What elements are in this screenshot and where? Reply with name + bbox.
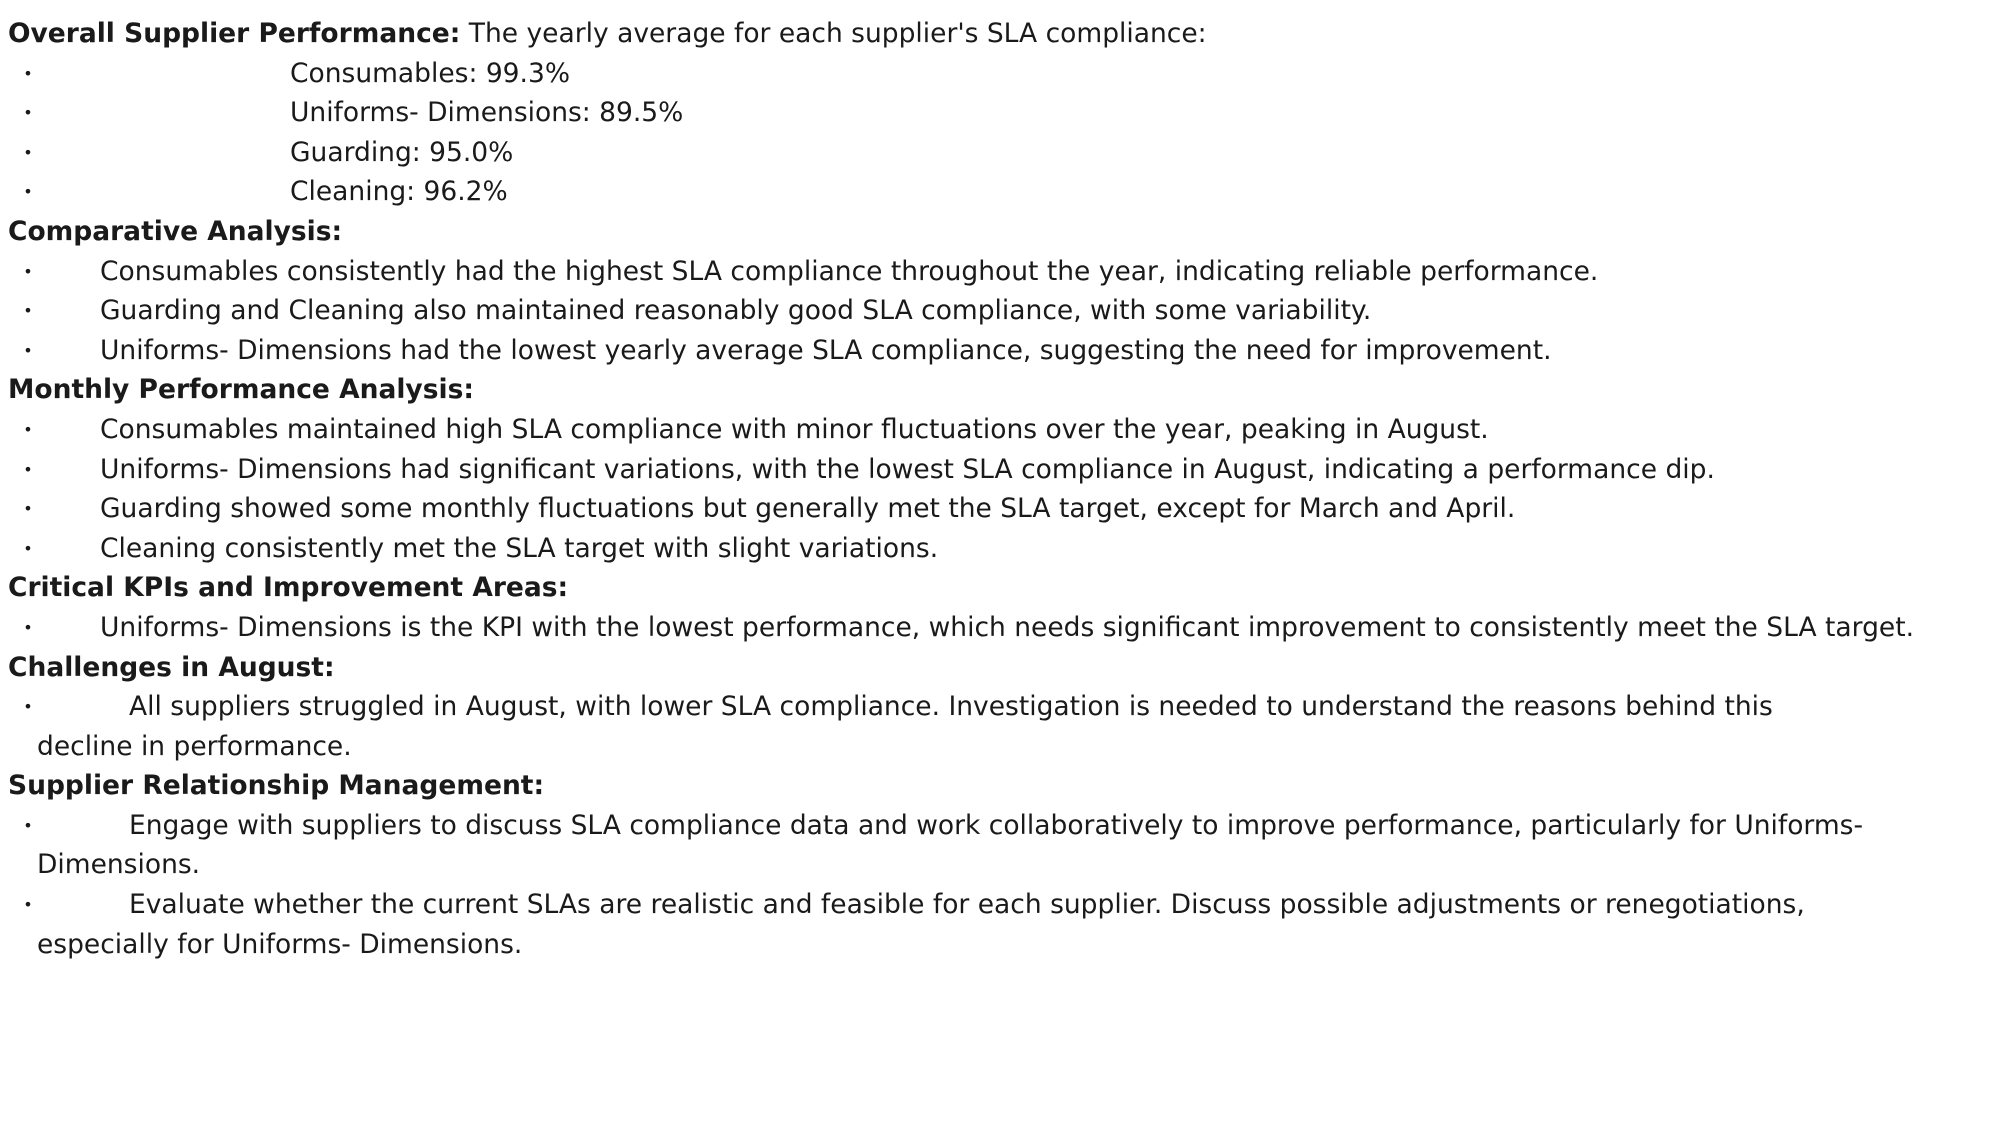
list-item-text: Cleaning consistently met the SLA target… — [100, 532, 939, 564]
bullet-icon — [22, 172, 34, 212]
overall-intro-line: Overall Supplier Performance: The yearly… — [8, 14, 1958, 54]
list-item-text: Guarding and Cleaning also maintained re… — [100, 295, 1372, 327]
bullet-icon — [22, 687, 34, 727]
bullet-icon — [22, 252, 34, 292]
bullet-icon — [22, 885, 34, 925]
august-heading: Challenges in August: — [8, 651, 335, 683]
bullet-icon — [22, 608, 34, 648]
list-item: Consumables: 99.3% — [8, 54, 1958, 94]
overall-heading: Overall Supplier Performance: — [8, 18, 461, 49]
list-item: Evaluate whether the current SLAs are re… — [8, 885, 1958, 964]
list-item-text: Consumables: 99.3% — [290, 57, 570, 89]
list-item-text: Guarding showed some monthly fluctuation… — [100, 493, 1516, 525]
list-item-text: Consumables consistently had the highest… — [100, 255, 1599, 287]
critical-heading: Critical KPIs and Improvement Areas: — [8, 572, 569, 604]
list-item: Cleaning consistently met the SLA target… — [8, 529, 1958, 569]
bullet-icon — [22, 54, 34, 94]
list-item-text: Consumables maintained high SLA complian… — [100, 413, 1489, 445]
bullet-icon — [22, 450, 34, 490]
relationship-heading: Supplier Relationship Management: — [8, 770, 545, 802]
bullet-icon — [22, 331, 34, 371]
bullet-icon — [22, 529, 34, 569]
list-item: Guarding and Cleaning also maintained re… — [8, 291, 1958, 331]
list-item-text: Evaluate whether the current SLAs are re… — [37, 889, 1805, 960]
list-item-text: Uniforms- Dimensions is the KPI with the… — [100, 611, 1915, 643]
bullet-icon — [22, 410, 34, 450]
list-item-text: All suppliers struggled in August, with … — [37, 691, 1773, 762]
list-item-text: Uniforms- Dimensions: 89.5% — [290, 97, 684, 129]
list-item: Consumables consistently had the highest… — [8, 252, 1958, 292]
list-item-text: Uniforms- Dimensions had significant var… — [100, 453, 1715, 485]
list-item: All suppliers struggled in August, with … — [8, 687, 1958, 766]
list-item-text: Engage with suppliers to discuss SLA com… — [37, 809, 1864, 881]
list-item: Cleaning: 96.2% — [8, 172, 1958, 212]
bullet-icon — [22, 806, 34, 846]
list-item: Uniforms- Dimensions had the lowest year… — [8, 331, 1958, 371]
bullet-icon — [22, 489, 34, 529]
list-item: Uniforms- Dimensions: 89.5% — [8, 93, 1958, 133]
list-item: Uniforms- Dimensions had significant var… — [8, 450, 1958, 490]
list-item: Guarding showed some monthly fluctuation… — [8, 489, 1958, 529]
bullet-icon — [22, 93, 34, 133]
list-item-text: Cleaning: 96.2% — [290, 176, 508, 208]
list-item: Guarding: 95.0% — [8, 133, 1958, 173]
list-item: Consumables maintained high SLA complian… — [8, 410, 1958, 450]
comparative-heading: Comparative Analysis: — [8, 215, 343, 247]
list-item: Uniforms- Dimensions is the KPI with the… — [8, 608, 1958, 648]
bullet-icon — [22, 291, 34, 331]
bullet-icon — [22, 133, 34, 173]
list-item-text: Uniforms- Dimensions had the lowest year… — [100, 334, 1552, 366]
document: Overall Supplier Performance: The yearly… — [0, 0, 1958, 964]
list-item-text: Guarding: 95.0% — [290, 136, 514, 168]
monthly-heading: Monthly Performance Analysis: — [8, 374, 474, 406]
list-item: Engage with suppliers to discuss SLA com… — [8, 806, 1958, 885]
overall-intro-text: The yearly average for each supplier's S… — [460, 18, 1207, 49]
